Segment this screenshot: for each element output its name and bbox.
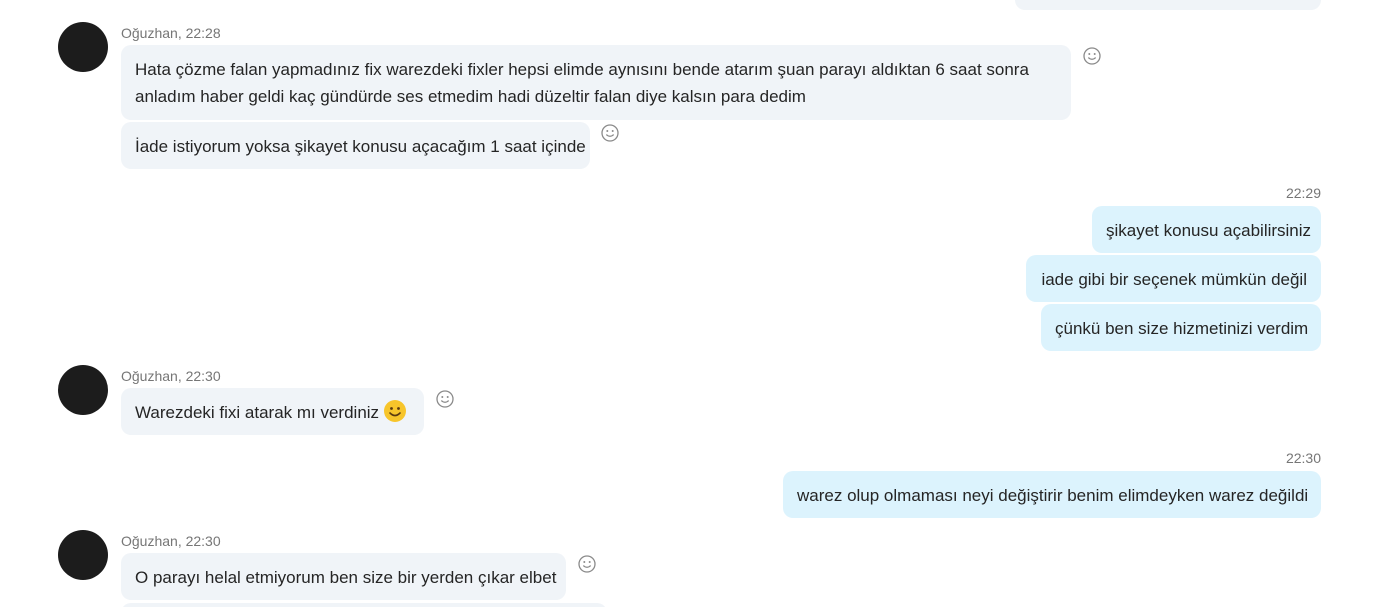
avatar[interactable]: [58, 365, 108, 415]
add-reaction-icon[interactable]: [600, 123, 620, 143]
chat-conversation: Oğuzhan, 22:28 Hata çözme falan yapmadın…: [0, 0, 1378, 607]
sender-name-time: Oğuzhan, 22:30: [121, 533, 221, 549]
message-bubble[interactable]: İade istiyorum yoksa şikayet konusu açac…: [121, 122, 590, 169]
message-text: Warezdeki fixi atarak mı verdiniz: [135, 403, 380, 422]
message-text: İade istiyorum yoksa şikayet konusu açac…: [135, 137, 586, 156]
add-reaction-icon[interactable]: [1082, 46, 1102, 66]
message-bubble[interactable]: çünkü ben size hizmetinizi verdim: [1041, 304, 1321, 351]
message-text: iade gibi bir seçenek mümkün değil: [1041, 270, 1307, 289]
next-message-bubble[interactable]: [121, 603, 607, 607]
smiley-emoji-icon: [383, 399, 407, 423]
message-text: çünkü ben size hizmetinizi verdim: [1055, 319, 1309, 338]
sender-name-time: Oğuzhan, 22:30: [121, 368, 221, 384]
sender-name-time: Oğuzhan, 22:28: [121, 25, 221, 41]
message-text: Hata çözme falan yapmadınız fix warezdek…: [135, 60, 1029, 79]
message-bubble[interactable]: warez olup olmaması neyi değiştirir beni…: [783, 471, 1321, 518]
avatar[interactable]: [58, 530, 108, 580]
add-reaction-icon[interactable]: [435, 389, 455, 409]
message-text: warez olup olmaması neyi değiştirir beni…: [797, 486, 1309, 505]
message-time: 22:30: [1285, 450, 1321, 466]
add-reaction-icon[interactable]: [577, 554, 597, 574]
message-bubble[interactable]: şikayet konusu açabilirsiniz: [1092, 206, 1321, 253]
previous-message-bubble[interactable]: [1015, 0, 1321, 10]
avatar[interactable]: [58, 22, 108, 72]
message-text: anladım haber geldi kaç gündürde ses etm…: [135, 87, 806, 106]
message-bubble[interactable]: iade gibi bir seçenek mümkün değil: [1026, 255, 1321, 302]
message-text: şikayet konusu açabilirsiniz: [1106, 221, 1312, 240]
message-bubble[interactable]: Hata çözme falan yapmadınız fix warezdek…: [121, 45, 1071, 120]
message-bubble[interactable]: Warezdeki fixi atarak mı verdiniz: [121, 388, 424, 435]
message-bubble[interactable]: O parayı helal etmiyorum ben size bir ye…: [121, 553, 566, 600]
message-text: O parayı helal etmiyorum ben size bir ye…: [135, 568, 557, 587]
message-time: 22:29: [1285, 185, 1321, 201]
